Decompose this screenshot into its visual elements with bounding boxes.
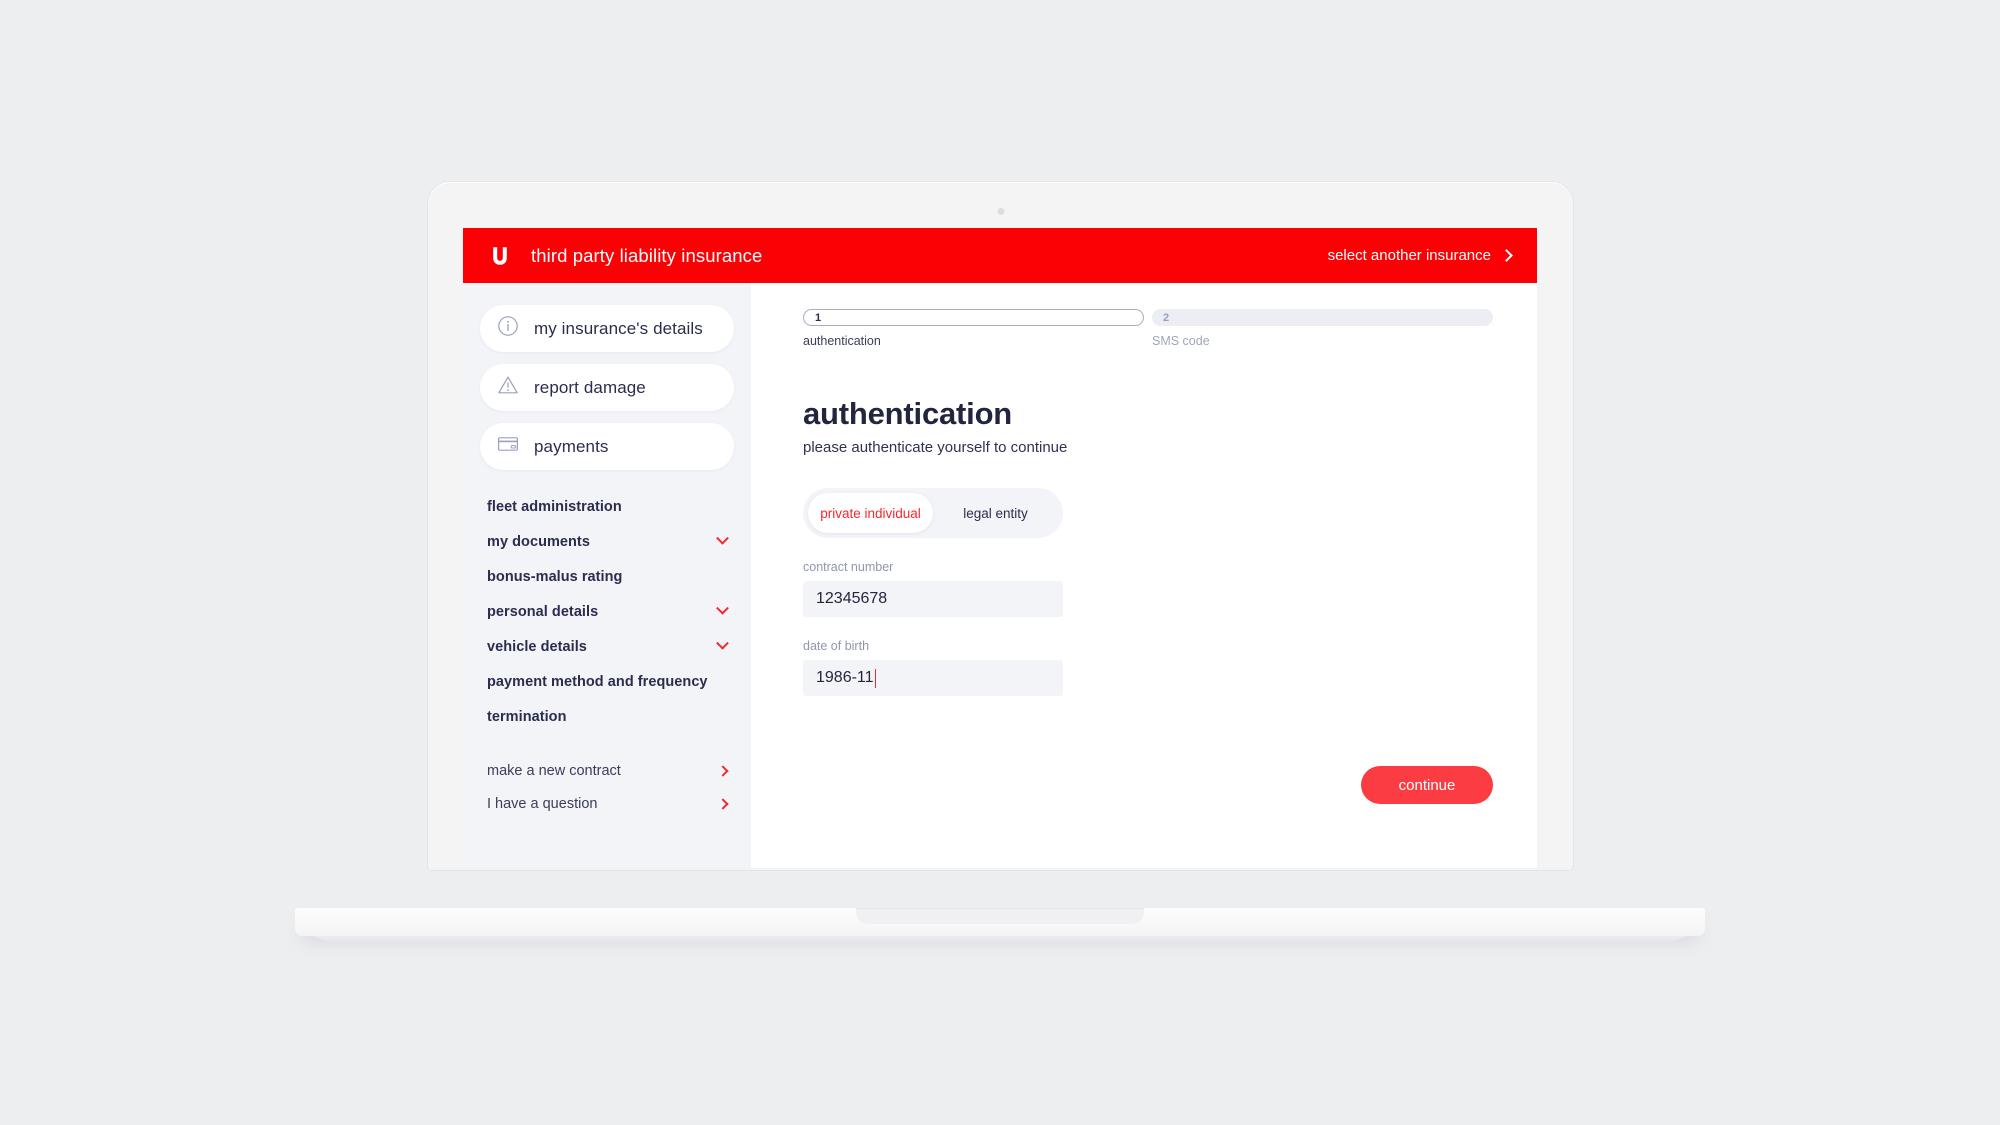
sidebar-item-label: my documents [487, 534, 590, 550]
entity-type-segmented-control: private individual legal entity [803, 488, 1063, 538]
segment-legal-entity[interactable]: legal entity [933, 493, 1058, 533]
chevron-down-icon [716, 601, 729, 615]
sidebar-card-my-insurances-details[interactable]: my insurance's details [480, 305, 734, 352]
sidebar-item-i-have-a-question[interactable]: I have a question [487, 787, 729, 820]
step-1-label: authentication [803, 334, 881, 348]
warning-triangle-icon [497, 374, 519, 401]
app-header: third party liability insurance select a… [463, 228, 1537, 283]
sidebar-item-label: vehicle details [487, 639, 587, 655]
chevron-right-icon [717, 764, 729, 777]
sidebar-item-label: payment method and frequency [487, 674, 708, 690]
sidebar-item-label: make a new contract [487, 762, 621, 779]
laptop-base-lip [311, 936, 1689, 944]
u-brand-logo-glyph [493, 246, 507, 265]
sidebar-item-personal-details[interactable]: personal details [487, 599, 729, 625]
chevron-right-icon [717, 797, 729, 810]
sidebar-card-label: my insurance's details [534, 318, 703, 338]
sidebar-item-label: bonus-malus rating [487, 569, 623, 585]
stepper: 1 authentication 2 SMS code [803, 309, 1493, 348]
sidebar-item-label: fleet administration [487, 499, 622, 515]
text-cursor [874, 668, 877, 688]
step-2-label: SMS code [1152, 334, 1210, 348]
laptop-base-notch [856, 908, 1144, 924]
sidebar-item-termination[interactable]: termination [487, 704, 727, 730]
sidebar-item-label: termination [487, 709, 567, 725]
app-body: my insurance's details report damage pay… [463, 283, 1537, 868]
segment-private-individual[interactable]: private individual [808, 493, 933, 533]
credit-card-icon [497, 433, 519, 460]
info-circle-icon [497, 315, 519, 342]
sidebar: my insurance's details report damage pay… [463, 283, 751, 868]
contract-number-input[interactable]: 12345678 [803, 581, 1063, 617]
chevron-right-icon [1500, 249, 1513, 262]
laptop-mockup: third party liability insurance select a… [0, 0, 2000, 1125]
sidebar-item-fleet-administration[interactable]: fleet administration [487, 494, 727, 520]
step-2-sms-code[interactable]: 2 SMS code [1152, 309, 1493, 348]
page-subtitle: please authenticate yourself to continue [803, 439, 1068, 456]
sidebar-nav-primary: fleet administration my documents bonus-… [480, 494, 734, 730]
step-1-bar: 1 [803, 309, 1144, 326]
sidebar-item-make-a-new-contract[interactable]: make a new contract [487, 754, 729, 787]
chevron-down-icon [716, 531, 729, 545]
date-of-birth-input[interactable]: 1986-11 [803, 660, 1063, 696]
sidebar-card-payments[interactable]: payments [480, 423, 734, 470]
webcam-dot [997, 208, 1004, 215]
sidebar-item-payment-method-and-frequency[interactable]: payment method and frequency [487, 669, 727, 695]
contract-number-label: contract number [803, 560, 894, 574]
date-of-birth-label: date of birth [803, 639, 870, 653]
sidebar-nav-secondary: make a new contract I have a question [480, 754, 734, 820]
u-brand-logo-icon[interactable] [487, 243, 513, 269]
sidebar-card-report-damage[interactable]: report damage [480, 364, 734, 411]
step-2-bar: 2 [1152, 309, 1493, 326]
app-title: third party liability insurance [531, 244, 763, 266]
chevron-down-icon [716, 636, 729, 650]
sidebar-card-label: report damage [534, 377, 646, 397]
sidebar-card-label: payments [534, 436, 609, 456]
step-1-authentication[interactable]: 1 authentication [803, 309, 1144, 348]
select-another-insurance-link[interactable]: select another insurance [1327, 247, 1513, 264]
sidebar-item-bonus-malus-rating[interactable]: bonus-malus rating [487, 564, 727, 590]
sidebar-item-label: I have a question [487, 795, 598, 812]
browser-screen: third party liability insurance select a… [463, 228, 1537, 868]
date-of-birth-value: 1986-11 [816, 669, 874, 686]
contract-number-value: 12345678 [816, 590, 888, 607]
select-another-insurance-label: select another insurance [1327, 247, 1491, 264]
main-content: 1 authentication 2 SMS code authenticati… [751, 283, 1537, 868]
sidebar-item-label: personal details [487, 604, 599, 620]
page-title: authentication [803, 396, 1013, 431]
sidebar-item-my-documents[interactable]: my documents [487, 529, 729, 555]
field-contract-number: contract number 12345678 [803, 560, 1063, 617]
field-date-of-birth: date of birth 1986-11 [803, 639, 1063, 696]
continue-button[interactable]: continue [1361, 766, 1493, 804]
sidebar-item-vehicle-details[interactable]: vehicle details [487, 634, 729, 660]
